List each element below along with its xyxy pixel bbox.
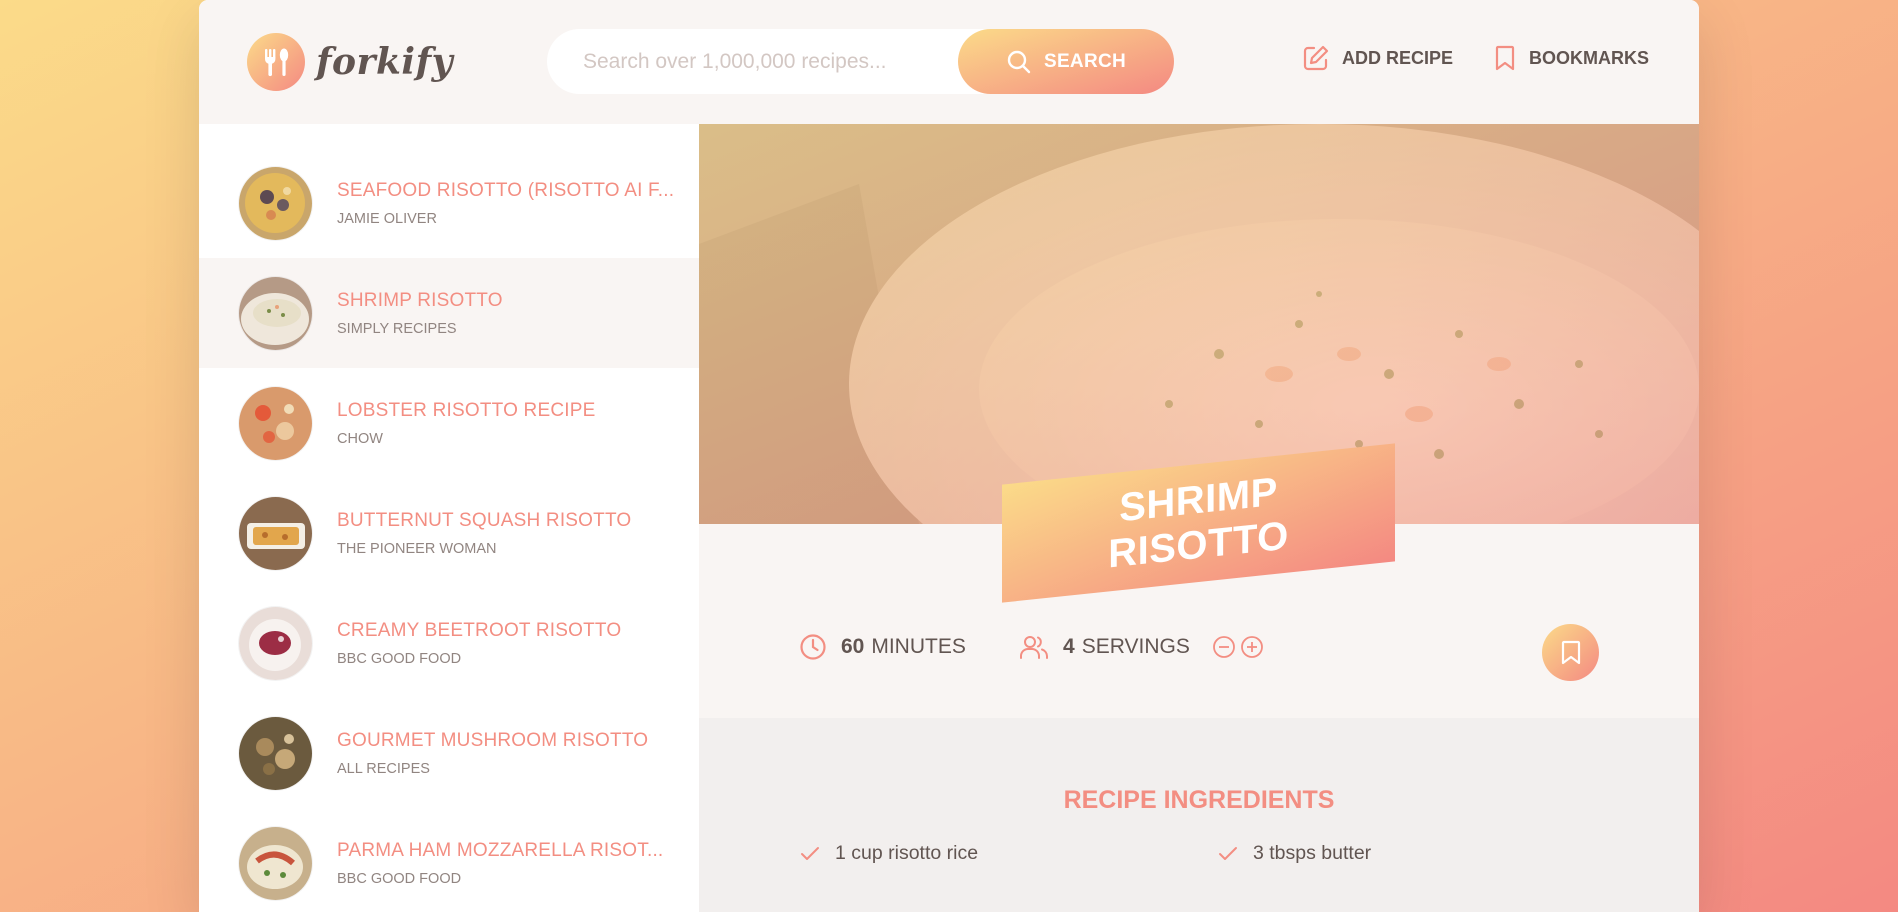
result-item[interactable]: LOBSTER RISOTTO RECIPE CHOW — [199, 368, 699, 478]
check-icon — [1219, 846, 1237, 860]
plus-circle-icon — [1240, 636, 1263, 658]
servings: 4 SERVINGS — [1019, 633, 1264, 661]
recipe-thumbnail — [239, 386, 312, 460]
bookmarks-button[interactable]: BOOKMARKS — [1493, 44, 1649, 72]
search-results: SEAFOOD RISOTTO (RISOTTO AI F... JAMIE O… — [199, 124, 699, 912]
bookmarks-label: BOOKMARKS — [1529, 47, 1649, 68]
recipe-details: 60 MINUTES 4 SERVINGS — [799, 624, 1629, 684]
result-publisher: CHOW — [337, 430, 383, 447]
result-publisher: BBC GOOD FOOD — [337, 870, 462, 887]
result-text: LOBSTER RISOTTO RECIPE CHOW — [337, 400, 596, 447]
result-text: PARMA HAM MOZZARELLA RISOT... BBC GOOD F… — [337, 840, 663, 887]
result-publisher: ALL RECIPES — [337, 760, 430, 777]
clock-icon — [800, 634, 826, 660]
ingredients-heading: RECIPE INGREDIENTS — [1063, 786, 1335, 814]
search-icon — [1007, 50, 1031, 73]
result-publisher: SIMPLY RECIPES — [337, 320, 457, 337]
result-item-active[interactable]: SHRIMP RISOTTO SIMPLY RECIPES — [199, 258, 699, 368]
ingredient-item: 1 cup risotto rice — [799, 842, 978, 865]
result-item[interactable]: SEAFOOD RISOTTO (RISOTTO AI F... JAMIE O… — [199, 148, 699, 258]
search-input[interactable] — [583, 49, 983, 74]
check-icon — [801, 846, 819, 860]
edit-icon — [1303, 45, 1329, 71]
decrease-servings-button[interactable] — [1212, 635, 1236, 659]
result-title: PARMA HAM MOZZARELLA RISOT... — [337, 839, 664, 861]
result-text: BUTTERNUT SQUASH RISOTTO THE PIONEER WOM… — [337, 510, 631, 557]
result-text: GOURMET MUSHROOM RISOTTO ALL RECIPES — [337, 730, 648, 777]
result-text: CREAMY BEETROOT RISOTTO BBC GOOD FOOD — [337, 620, 621, 667]
result-publisher: BBC GOOD FOOD — [337, 650, 462, 667]
recipe-thumbnail — [239, 496, 312, 570]
recipe-thumbnail — [239, 276, 312, 350]
result-text: SEAFOOD RISOTTO (RISOTTO AI F... JAMIE O… — [337, 180, 674, 227]
users-icon — [1020, 636, 1048, 659]
bookmark-icon — [1561, 640, 1580, 664]
recipe-thumbnail — [239, 606, 312, 680]
ingredient-item: 3 tbsps butter — [1217, 842, 1371, 865]
result-title: SEAFOOD RISOTTO (RISOTTO AI F... — [337, 179, 675, 201]
ingredient-text: 1 cup risotto rice — [835, 842, 979, 864]
app-container: forkify SEARCH ADD RECIPE — [199, 0, 1699, 912]
cooking-time: 60 MINUTES — [799, 633, 966, 661]
result-item[interactable]: CREAMY BEETROOT RISOTTO BBC GOOD FOOD — [199, 588, 699, 698]
result-publisher: JAMIE OLIVER — [337, 210, 437, 227]
bookmark-recipe-button[interactable] — [1542, 624, 1599, 681]
add-recipe-label: ADD RECIPE — [1341, 47, 1453, 68]
result-item[interactable]: GOURMET MUSHROOM RISOTTO ALL RECIPES — [199, 698, 699, 808]
result-publisher: THE PIONEER WOMAN — [337, 540, 497, 557]
add-recipe-button[interactable]: ADD RECIPE — [1302, 44, 1453, 72]
recipe-thumbnail — [239, 826, 312, 900]
result-title: SHRIMP RISOTTO — [337, 289, 503, 311]
recipe-view: SHRIMP RISOTTO 60 MINUTES 4 SERVINGS REC… — [699, 124, 1699, 912]
main-nav: ADD RECIPE BOOKMARKS — [1302, 44, 1649, 72]
result-item[interactable]: BUTTERNUT SQUASH RISOTTO THE PIONEER WOM… — [199, 478, 699, 588]
minus-circle-icon — [1212, 636, 1235, 658]
app-header: forkify SEARCH ADD RECIPE — [199, 0, 1699, 124]
increase-servings-button[interactable] — [1240, 635, 1264, 659]
ingredient-text: 3 tbsps butter — [1253, 842, 1372, 864]
result-text: SHRIMP RISOTTO SIMPLY RECIPES — [337, 290, 503, 337]
result-item[interactable]: PARMA HAM MOZZARELLA RISOT... BBC GOOD F… — [199, 808, 699, 912]
cooking-time-unit: MINUTES — [871, 635, 966, 658]
result-title: CREAMY BEETROOT RISOTTO — [337, 619, 622, 641]
cooking-time-value: 60 — [841, 635, 865, 658]
result-title: LOBSTER RISOTTO RECIPE — [337, 399, 596, 421]
recipe-thumbnail — [239, 166, 312, 240]
search-form: SEARCH — [547, 29, 1174, 94]
servings-value: 4 — [1063, 635, 1075, 658]
recipe-title-text: SHRIMP RISOTTO — [1108, 469, 1289, 577]
logo[interactable]: forkify — [247, 33, 453, 91]
servings-unit: SERVINGS — [1081, 635, 1190, 658]
result-title: BUTTERNUT SQUASH RISOTTO — [337, 509, 632, 531]
recipe-thumbnail — [239, 716, 312, 790]
logo-text: forkify — [316, 41, 453, 83]
recipe-ingredients: RECIPE INGREDIENTS 1 cup risotto rice 3 … — [699, 718, 1699, 912]
result-title: GOURMET MUSHROOM RISOTTO — [337, 729, 649, 751]
bookmark-icon — [1495, 45, 1515, 71]
search-button-label: SEARCH — [1043, 50, 1127, 72]
fork-spoon-icon — [247, 33, 305, 91]
search-button[interactable]: SEARCH — [958, 29, 1174, 94]
